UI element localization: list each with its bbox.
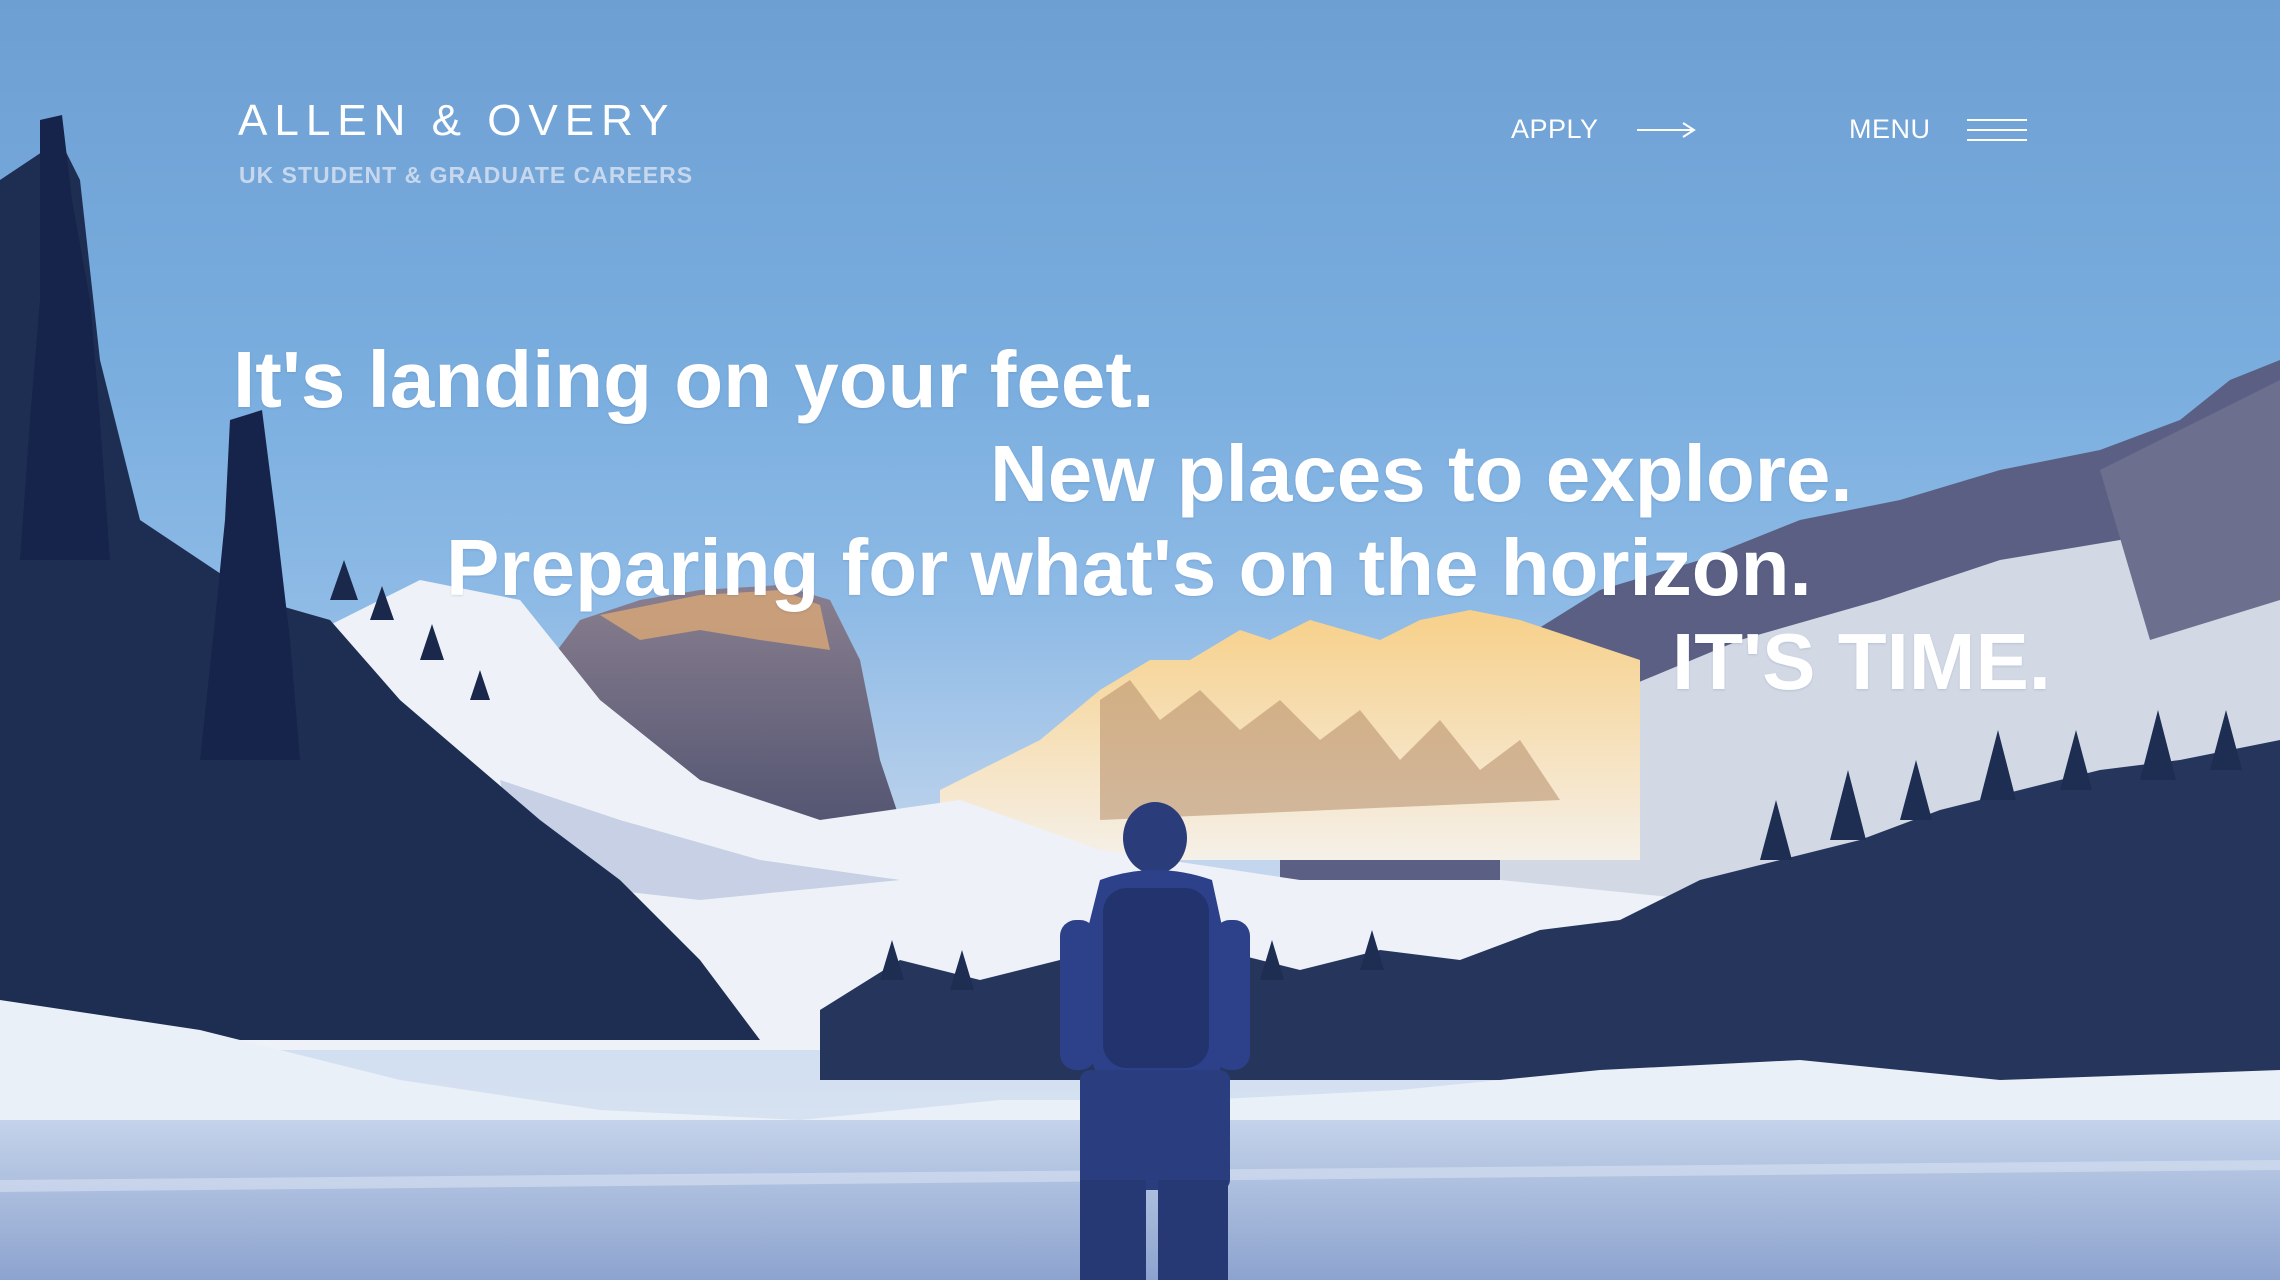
hero-line-3: Preparing for what's on the horizon. bbox=[446, 523, 1812, 612]
hero-stage: ALLEN & OVERY UK STUDENT & GRADUATE CARE… bbox=[0, 0, 2280, 1280]
hero-line-2: New places to explore. bbox=[990, 429, 1853, 518]
menu-label: MENU bbox=[1849, 114, 1931, 144]
hamburger-icon bbox=[1966, 118, 2027, 141]
apply-button[interactable]: APPLY bbox=[1511, 114, 1697, 145]
arrow-right-icon bbox=[1636, 121, 1696, 138]
hero-line-1: It's landing on your feet. bbox=[233, 335, 1155, 424]
brand-logo[interactable]: ALLEN & OVERY bbox=[238, 96, 675, 146]
menu-button[interactable]: MENU bbox=[1849, 114, 2027, 145]
hero-line-4: IT'S TIME. bbox=[1672, 617, 2052, 706]
brand-tagline: UK STUDENT & GRADUATE CAREERS bbox=[239, 162, 694, 188]
apply-label: APPLY bbox=[1511, 114, 1599, 144]
